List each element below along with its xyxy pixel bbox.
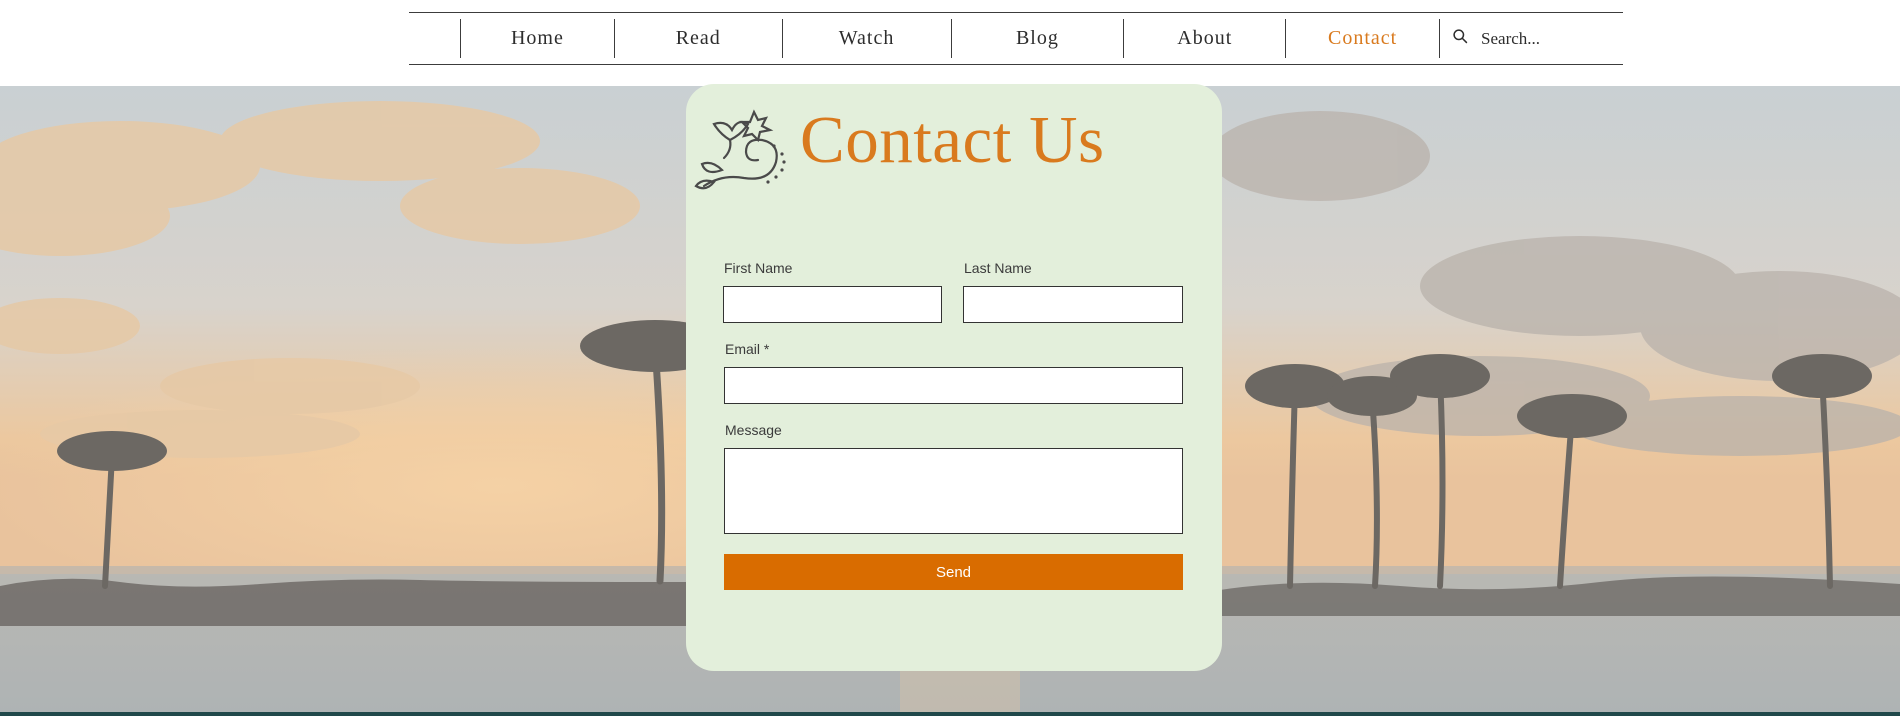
message-field[interactable] xyxy=(724,448,1183,534)
nav-item-home[interactable]: Home xyxy=(461,13,614,64)
email-field[interactable] xyxy=(724,367,1183,404)
main-nav: Home Read Watch Blog About Contact xyxy=(409,12,1624,65)
floral-flourish-icon xyxy=(692,104,792,194)
nav-item-blog[interactable]: Blog xyxy=(952,13,1124,64)
nav-item-about[interactable]: About xyxy=(1124,13,1285,64)
footer-edge xyxy=(0,712,1900,716)
site-header: Home Read Watch Blog About Contact xyxy=(0,0,1900,86)
email-label: Email * xyxy=(725,341,770,357)
first-name-label: First Name xyxy=(724,260,793,276)
nav-item-read[interactable]: Read xyxy=(615,13,782,64)
message-label: Message xyxy=(725,422,782,438)
contact-card: Contact Us First Name Last Name Email * … xyxy=(686,84,1222,671)
search-input[interactable] xyxy=(1479,27,1624,50)
nav-item-watch[interactable]: Watch xyxy=(783,13,951,64)
last-name-label: Last Name xyxy=(964,260,1032,276)
page-title: Contact Us xyxy=(800,103,1105,177)
search-icon[interactable] xyxy=(1452,28,1469,50)
search-box[interactable] xyxy=(1440,13,1624,64)
last-name-field[interactable] xyxy=(963,286,1183,323)
first-name-field[interactable] xyxy=(723,286,942,323)
send-button[interactable]: Send xyxy=(724,554,1183,590)
nav-item-contact[interactable]: Contact xyxy=(1286,13,1439,64)
